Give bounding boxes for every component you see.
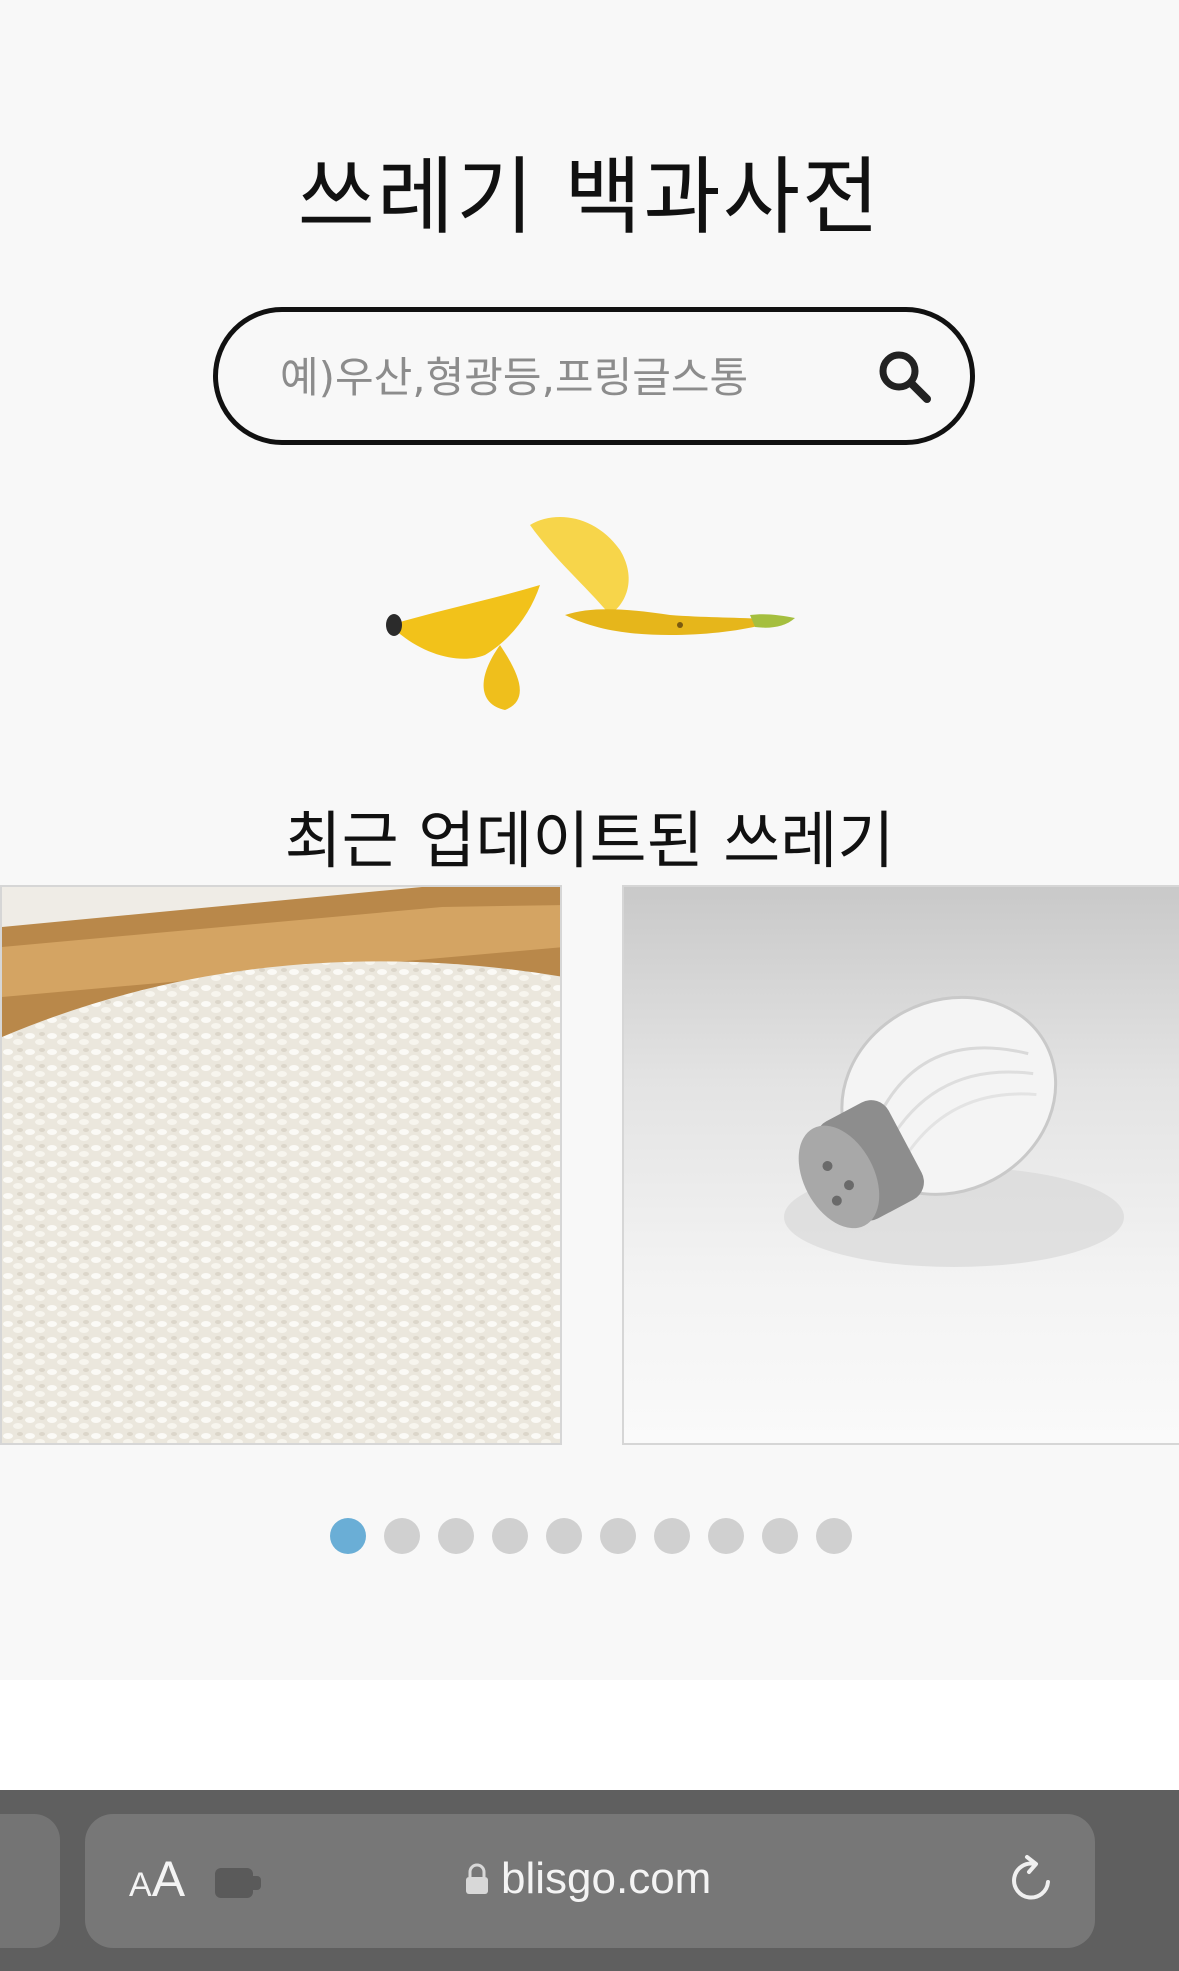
- page-title: 쓰레기 백과사전: [297, 148, 882, 246]
- page-bottom-spacer: [0, 1680, 1179, 1790]
- carousel-pagination[interactable]: [330, 1518, 852, 1556]
- rice-image: [2, 887, 560, 1443]
- page-dot-5[interactable]: [546, 1518, 582, 1554]
- page-dot-9[interactable]: [762, 1518, 798, 1554]
- slide-salt-shaker[interactable]: [622, 885, 1179, 1445]
- page-dot-4[interactable]: [492, 1518, 528, 1554]
- page-dot-7[interactable]: [654, 1518, 690, 1554]
- salt-shaker-image: [784, 995, 1124, 1267]
- search-button[interactable]: [862, 334, 946, 418]
- text-size-button[interactable]: AA: [129, 1850, 185, 1908]
- recent-heading: 최근 업데이트된 쓰레기: [284, 804, 895, 877]
- lock-icon: [466, 1863, 488, 1894]
- search-input[interactable]: [278, 312, 842, 442]
- page-dot-10[interactable]: [816, 1518, 852, 1554]
- slide-rice[interactable]: [0, 885, 562, 1445]
- page-dot-8[interactable]: [708, 1518, 744, 1554]
- page-dot-2[interactable]: [384, 1518, 420, 1554]
- search-icon: [879, 351, 931, 403]
- banana-peel-image: [386, 517, 795, 710]
- address-bar[interactable]: AA blisgo.com: [85, 1814, 1095, 1948]
- reload-icon[interactable]: [1003, 1852, 1059, 1908]
- browser-toolbar: AA blisgo.com: [0, 1790, 1179, 1971]
- page-content: 쓰레기 백과사전 최근 업데이트된 쓰레기: [0, 0, 1179, 1680]
- previous-tab-button[interactable]: [0, 1814, 60, 1948]
- page-dot-3[interactable]: [438, 1518, 474, 1554]
- extension-icon[interactable]: [215, 1864, 263, 1902]
- url-text: blisgo.com: [501, 1854, 712, 1903]
- search-bar[interactable]: [213, 307, 975, 445]
- url-display[interactable]: blisgo.com: [465, 1854, 711, 1904]
- page-dot-1[interactable]: [330, 1518, 366, 1554]
- recent-carousel[interactable]: [0, 885, 1179, 1445]
- page-dot-6[interactable]: [600, 1518, 636, 1554]
